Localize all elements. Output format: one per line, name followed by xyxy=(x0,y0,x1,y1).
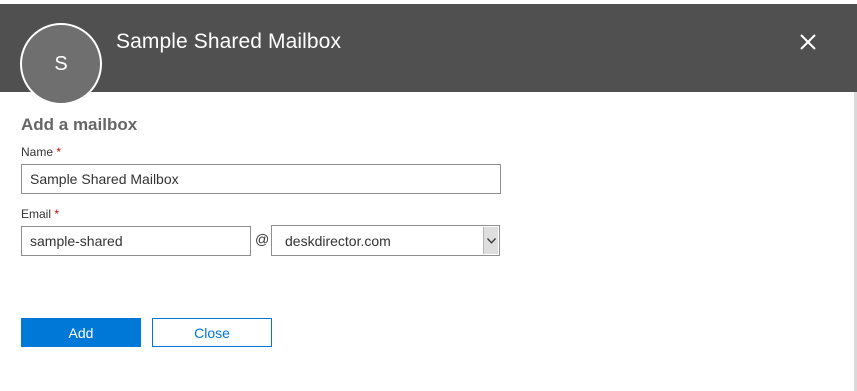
at-sign: @ xyxy=(255,231,270,247)
email-domain-value: deskdirector.com xyxy=(285,233,391,249)
required-marker: * xyxy=(54,207,60,221)
name-label: Name * xyxy=(21,145,61,159)
email-label: Email * xyxy=(21,207,59,221)
required-marker: * xyxy=(56,145,62,159)
close-icon[interactable] xyxy=(797,31,819,53)
name-input[interactable] xyxy=(21,164,501,194)
avatar: S xyxy=(20,23,102,105)
section-title: Add a mailbox xyxy=(21,115,138,134)
avatar-initial: S xyxy=(54,52,68,75)
add-button[interactable]: Add xyxy=(21,318,141,347)
chevron-down-icon[interactable] xyxy=(483,227,498,254)
email-domain-select[interactable]: deskdirector.com xyxy=(271,225,500,256)
email-local-part-input[interactable] xyxy=(21,226,251,256)
email-label-text: Email xyxy=(21,207,52,221)
panel-title: Sample Shared Mailbox xyxy=(116,30,342,53)
panel-header: Sample Shared Mailbox xyxy=(0,4,857,92)
close-button[interactable]: Close xyxy=(152,318,272,347)
name-label-text: Name xyxy=(21,145,54,159)
